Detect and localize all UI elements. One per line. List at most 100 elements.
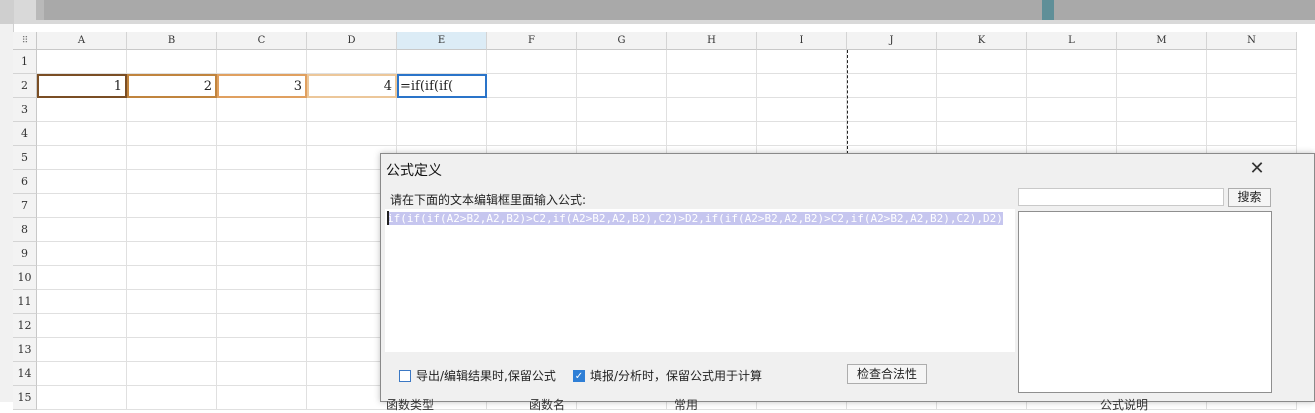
cell-j3[interactable]	[847, 98, 937, 122]
cell-c8[interactable]	[217, 218, 307, 242]
function-list[interactable]	[1018, 211, 1272, 393]
cell-c7[interactable]	[217, 194, 307, 218]
cell-i4[interactable]	[757, 122, 847, 146]
cell-l3[interactable]	[1027, 98, 1117, 122]
cell-b4[interactable]	[127, 122, 217, 146]
cell-b3[interactable]	[127, 98, 217, 122]
cell-b10[interactable]	[127, 266, 217, 290]
column-header-c[interactable]: C	[217, 32, 307, 50]
cell-a9[interactable]	[37, 242, 127, 266]
cell-b11[interactable]	[127, 290, 217, 314]
cell-f2[interactable]	[487, 74, 577, 98]
cell-a10[interactable]	[37, 266, 127, 290]
cell-b1[interactable]	[127, 50, 217, 74]
cell-b5[interactable]	[127, 146, 217, 170]
cell-b7[interactable]	[127, 194, 217, 218]
row-header-3[interactable]: 3	[13, 98, 37, 122]
cell-c15[interactable]	[217, 386, 307, 410]
cell-n3[interactable]	[1207, 98, 1297, 122]
cell-l4[interactable]	[1027, 122, 1117, 146]
cell-j2[interactable]	[847, 74, 937, 98]
cell-f1[interactable]	[487, 50, 577, 74]
cell-c2[interactable]: 3	[217, 74, 307, 98]
cell-g4[interactable]	[577, 122, 667, 146]
cell-c12[interactable]	[217, 314, 307, 338]
cell-b8[interactable]	[127, 218, 217, 242]
search-button[interactable]: 搜索	[1228, 188, 1271, 207]
formula-text[interactable]: if(if(if(A2>B2,A2,B2)>C2,if(A2>B2,A2,B2)…	[387, 211, 1013, 227]
cell-e3[interactable]	[397, 98, 487, 122]
row-header-12[interactable]: 12	[13, 314, 37, 338]
check-validity-button[interactable]: 检查合法性	[847, 364, 927, 384]
cell-c10[interactable]	[217, 266, 307, 290]
export-keep-formula-checkbox[interactable]: 导出/编辑结果时,保留公式	[399, 367, 556, 384]
cell-k2[interactable]	[937, 74, 1027, 98]
cell-a6[interactable]	[37, 170, 127, 194]
cell-c9[interactable]	[217, 242, 307, 266]
cell-c11[interactable]	[217, 290, 307, 314]
row-header-2[interactable]: 2	[13, 74, 37, 98]
cell-c1[interactable]	[217, 50, 307, 74]
row-header-14[interactable]: 14	[13, 362, 37, 386]
cell-m2[interactable]	[1117, 74, 1207, 98]
cell-b14[interactable]	[127, 362, 217, 386]
row-header-5[interactable]: 5	[13, 146, 37, 170]
column-header-k[interactable]: K	[937, 32, 1027, 50]
column-header-g[interactable]: G	[577, 32, 667, 50]
cell-a8[interactable]	[37, 218, 127, 242]
cell-a15[interactable]	[37, 386, 127, 410]
cell-f4[interactable]	[487, 122, 577, 146]
cell-m1[interactable]	[1117, 50, 1207, 74]
cell-e2[interactable]: =if(if(if(	[397, 74, 487, 98]
cell-k1[interactable]	[937, 50, 1027, 74]
cell-c4[interactable]	[217, 122, 307, 146]
row-header-15[interactable]: 15	[13, 386, 37, 410]
cell-d1[interactable]	[307, 50, 397, 74]
cell-m4[interactable]	[1117, 122, 1207, 146]
cell-b6[interactable]	[127, 170, 217, 194]
cell-d4[interactable]	[307, 122, 397, 146]
row-header-4[interactable]: 4	[13, 122, 37, 146]
cell-b13[interactable]	[127, 338, 217, 362]
column-header-l[interactable]: L	[1027, 32, 1117, 50]
cell-k4[interactable]	[937, 122, 1027, 146]
cell-g2[interactable]	[577, 74, 667, 98]
cell-b15[interactable]	[127, 386, 217, 410]
row-header-9[interactable]: 9	[13, 242, 37, 266]
row-header-8[interactable]: 8	[13, 218, 37, 242]
row-header-11[interactable]: 11	[13, 290, 37, 314]
cell-m3[interactable]	[1117, 98, 1207, 122]
column-header-h[interactable]: H	[667, 32, 757, 50]
cell-a5[interactable]	[37, 146, 127, 170]
cell-c3[interactable]	[217, 98, 307, 122]
cell-a1[interactable]	[37, 50, 127, 74]
row-header-6[interactable]: 6	[13, 170, 37, 194]
row-header-10[interactable]: 10	[13, 266, 37, 290]
column-header-j[interactable]: J	[847, 32, 937, 50]
cell-a14[interactable]	[37, 362, 127, 386]
cell-h1[interactable]	[667, 50, 757, 74]
cell-b12[interactable]	[127, 314, 217, 338]
cell-c13[interactable]	[217, 338, 307, 362]
cell-h2[interactable]	[667, 74, 757, 98]
cell-l1[interactable]	[1027, 50, 1117, 74]
column-header-a[interactable]: A	[37, 32, 127, 50]
cell-n4[interactable]	[1207, 122, 1297, 146]
cell-j1[interactable]	[847, 50, 937, 74]
cell-l2[interactable]	[1027, 74, 1117, 98]
cell-a7[interactable]	[37, 194, 127, 218]
cell-h4[interactable]	[667, 122, 757, 146]
column-header-n[interactable]: N	[1207, 32, 1297, 50]
select-all-corner[interactable]: ⠿	[13, 32, 37, 50]
cell-a11[interactable]	[37, 290, 127, 314]
cell-n2[interactable]	[1207, 74, 1297, 98]
function-search-input[interactable]	[1018, 188, 1224, 206]
column-header-d[interactable]: D	[307, 32, 397, 50]
column-header-i[interactable]: I	[757, 32, 847, 50]
cell-i3[interactable]	[757, 98, 847, 122]
cell-b2[interactable]: 2	[127, 74, 217, 98]
row-header-7[interactable]: 7	[13, 194, 37, 218]
column-header-b[interactable]: B	[127, 32, 217, 50]
column-header-e[interactable]: E	[397, 32, 487, 50]
column-header-f[interactable]: F	[487, 32, 577, 50]
